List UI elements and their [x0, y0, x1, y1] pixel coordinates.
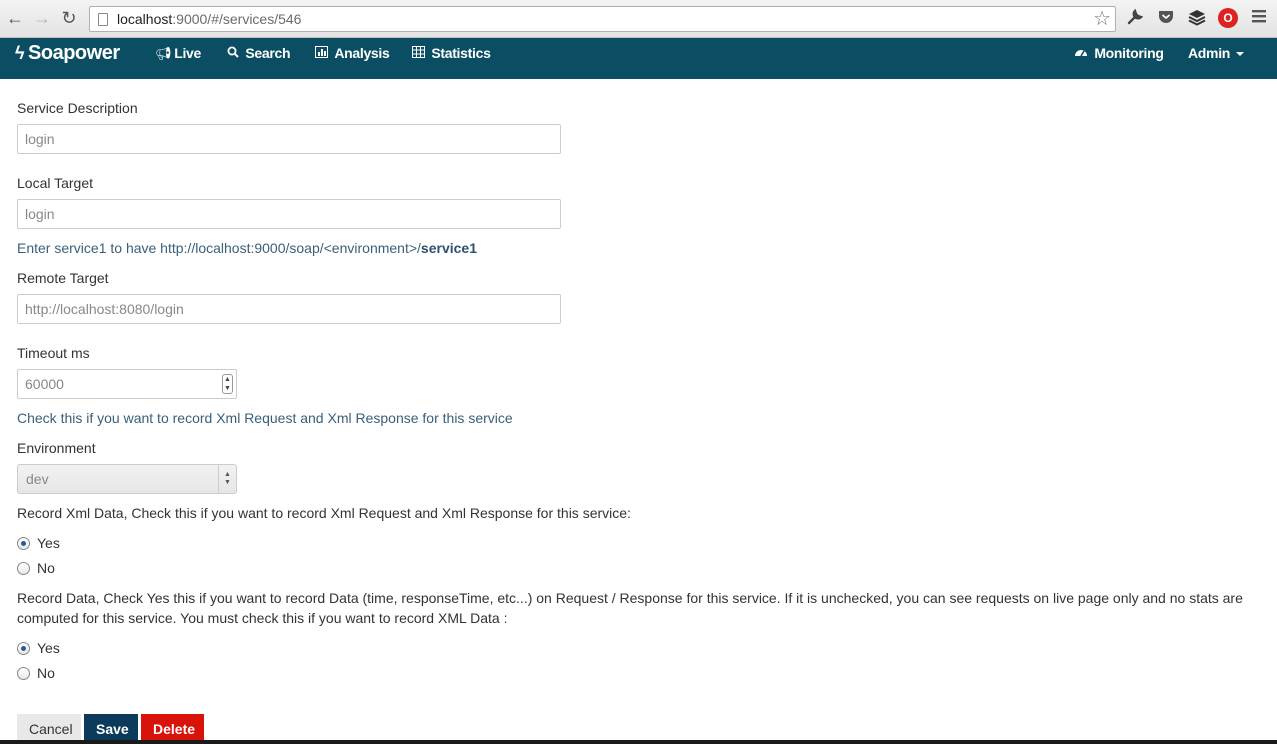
- table-icon: [412, 46, 428, 61]
- nav-admin-label: Admin: [1188, 45, 1231, 61]
- browser-toolbar: ← → ↻ localhost:9000/#/services/546 ☆ O: [0, 0, 1277, 38]
- address-bar[interactable]: localhost:9000/#/services/546 ☆: [89, 6, 1116, 32]
- record-data-label: Record Data, Check Yes this if you want …: [17, 590, 1243, 626]
- nav-analysis[interactable]: Analysis: [315, 45, 390, 61]
- record-data-no-label: No: [37, 665, 55, 681]
- nav-search[interactable]: Search: [227, 45, 291, 61]
- dashboard-icon: [1074, 46, 1091, 61]
- record-xml-no-radio[interactable]: [17, 562, 30, 575]
- bullhorn-icon: 📢︎: [155, 46, 172, 61]
- bar-chart-icon: [315, 46, 331, 61]
- background-window-strip: [0, 740, 1277, 744]
- opera-icon[interactable]: O: [1218, 8, 1238, 28]
- select-arrows-icon: ▲ ▼: [218, 465, 236, 493]
- pocket-icon[interactable]: [1156, 8, 1176, 28]
- timeout-value: 60000: [25, 376, 64, 392]
- bookmark-star-icon[interactable]: ☆: [1093, 8, 1111, 30]
- wrench-icon[interactable]: [1125, 8, 1145, 28]
- forward-icon[interactable]: →: [31, 7, 53, 29]
- nav-live-label: Live: [174, 45, 202, 61]
- description-label: Service Description: [17, 100, 138, 116]
- record-data-no-radio[interactable]: [17, 667, 30, 680]
- local-target-label: Local Target: [17, 175, 94, 191]
- menu-icon[interactable]: [1249, 8, 1269, 28]
- record-xml-no-label: No: [37, 560, 55, 576]
- record-xml-yes-radio[interactable]: [17, 537, 30, 550]
- remote-target-input[interactable]: [17, 294, 561, 324]
- remote-target-label: Remote Target: [17, 270, 109, 286]
- brand-name: Soapower: [28, 42, 120, 64]
- record-xml-yes-label: Yes: [37, 535, 60, 551]
- app-navbar: ϟ Soapower 📢︎ Live Search Analysis Statist…: [0, 38, 1277, 79]
- local-target-help: Enter service1 to have http://localhost:…: [17, 240, 477, 256]
- caret-down-icon: [1236, 52, 1245, 57]
- url-host: localhost: [117, 11, 173, 27]
- nav-statistics-label: Statistics: [431, 45, 491, 61]
- description-input[interactable]: [17, 124, 561, 154]
- timeout-spinner-icon[interactable]: ▲ ▼: [222, 374, 233, 394]
- record-data-yes-label: Yes: [37, 640, 60, 656]
- back-icon[interactable]: ←: [4, 7, 26, 29]
- record-xml-label: Record Xml Data, Check this if you want …: [17, 505, 631, 521]
- url-text[interactable]: localhost:9000/#/services/546: [117, 11, 301, 27]
- nav-live[interactable]: 📢︎ Live: [155, 45, 201, 62]
- nav-search-label: Search: [245, 45, 291, 61]
- reload-icon[interactable]: ↻: [58, 7, 80, 29]
- page-icon: [98, 13, 108, 26]
- local-target-help-text: Enter service1 to have http://localhost:…: [17, 240, 421, 256]
- record-data-yes-radio[interactable]: [17, 642, 30, 655]
- nav-monitoring[interactable]: Monitoring: [1074, 45, 1164, 61]
- brand-link[interactable]: ϟ Soapower: [15, 42, 120, 65]
- nav-analysis-label: Analysis: [334, 45, 390, 61]
- local-target-help-bold: service1: [420, 240, 477, 256]
- nav-monitoring-label: Monitoring: [1094, 45, 1164, 61]
- nav-statistics[interactable]: Statistics: [412, 45, 491, 61]
- timeout-input[interactable]: 60000 ▲ ▼: [17, 369, 237, 399]
- url-path: :9000/#/services/546: [172, 11, 302, 27]
- environment-label: Environment: [17, 440, 96, 456]
- layers-icon[interactable]: [1187, 8, 1207, 28]
- bolt-icon: ϟ: [15, 43, 25, 63]
- local-target-input[interactable]: [17, 199, 561, 229]
- timeout-help: Check this if you want to record Xml Req…: [17, 410, 513, 426]
- environment-select[interactable]: dev ▲ ▼: [17, 464, 237, 494]
- environment-value: dev: [26, 471, 49, 487]
- nav-admin[interactable]: Admin: [1188, 45, 1245, 61]
- timeout-label: Timeout ms: [17, 345, 90, 361]
- search-icon: [227, 46, 242, 61]
